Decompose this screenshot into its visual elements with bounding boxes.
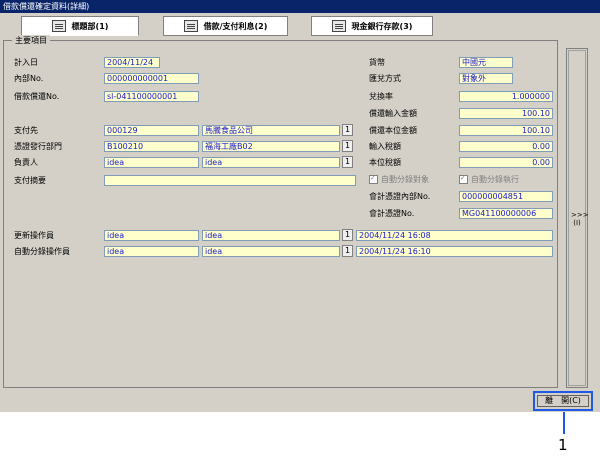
book-icon: [51, 20, 66, 32]
tab-loan-interest[interactable]: 借款/支付利息(2): [163, 16, 288, 36]
repay-input-amount-label: 償還輸入金額: [369, 109, 417, 118]
person-name-field[interactable]: idea: [202, 157, 340, 168]
checkbox-icon: [459, 173, 468, 184]
currency-label: 貨幣: [369, 58, 385, 67]
person-label: 負責人: [14, 158, 38, 167]
loan-repay-no-label: 借款償還No.: [14, 92, 60, 101]
application-window: 借款償還確定資料(詳細) 標題部(1) 借款/支付利息(2) 現金銀行存款(3)…: [0, 0, 600, 412]
exchange-rate-label: 兌換率: [369, 92, 393, 101]
acct-voucher-no-field[interactable]: MG041100000006: [459, 208, 553, 219]
payee-label: 支付先: [14, 126, 38, 135]
voucher-dept-label: 憑證發行部門: [14, 142, 62, 151]
internal-no-label: 內部No.: [14, 74, 44, 83]
repay-input-amount-field[interactable]: 100.10: [459, 108, 553, 119]
tab-cash-bank-label: 現金銀行存款(3): [351, 21, 413, 31]
auto-entry-exec-label: 自動分錄執行: [471, 175, 519, 184]
close-button-highlight: 離 開(C): [533, 391, 593, 411]
callout-number: 1: [558, 436, 568, 454]
person-select-button[interactable]: 1: [342, 156, 353, 168]
rate-method-field[interactable]: 對象外: [459, 73, 513, 84]
base-tax-field[interactable]: 0.00: [459, 157, 553, 168]
auto-entry-target-checkbox[interactable]: 自動分錄對象: [369, 173, 429, 185]
auto-entry-target-label: 自動分錄對象: [381, 175, 429, 184]
acct-voucher-no-label: 會計憑證No.: [369, 209, 415, 218]
summary-field[interactable]: [104, 175, 356, 186]
detail-expand-button[interactable]: >>> (I): [568, 50, 589, 386]
auto-entry-operator-label: 自動分錄操作員: [14, 247, 70, 256]
tab-header[interactable]: 標題部(1): [21, 16, 139, 36]
window-title: 借款償還確定資料(詳細): [0, 0, 600, 13]
updater-code-field[interactable]: idea: [104, 230, 199, 241]
tab-header-label: 標題部(1): [71, 21, 109, 31]
input-tax-field[interactable]: 0.00: [459, 141, 553, 152]
expand-arrows-icon: >>>: [571, 211, 589, 219]
detail-expand-label: >>> (I): [571, 211, 589, 227]
updater-label: 更新操作員: [14, 231, 54, 240]
entry-date-label: 計入日: [14, 58, 38, 67]
document-icon: [183, 20, 198, 32]
voucher-dept-name-field[interactable]: 福海工廠B02: [202, 141, 340, 152]
updater-name-field[interactable]: idea: [202, 230, 340, 241]
callout-line: [563, 412, 565, 434]
person-code-field[interactable]: idea: [104, 157, 199, 168]
exchange-rate-field[interactable]: 1.000000: [459, 91, 553, 102]
close-button[interactable]: 離 開(C): [537, 395, 589, 407]
repay-base-amount-label: 償還本位金額: [369, 126, 417, 135]
tab-cash-bank[interactable]: 現金銀行存款(3): [311, 16, 433, 36]
internal-no-field[interactable]: 000000000001: [104, 73, 199, 84]
auto-entry-operator-time-field[interactable]: 2004/11/24 16:10: [356, 246, 553, 257]
auto-entry-operator-code-field[interactable]: idea: [104, 246, 199, 257]
updater-time-field[interactable]: 2004/11/24 16:08: [356, 230, 553, 241]
entry-date-field[interactable]: 2004/11/24: [104, 57, 160, 68]
auto-entry-operator-name-field[interactable]: idea: [202, 246, 340, 257]
payee-code-field[interactable]: 000129: [104, 125, 199, 136]
tab-bar: 標題部(1) 借款/支付利息(2) 現金銀行存款(3): [0, 14, 600, 38]
payee-name-field[interactable]: 馬騰食品公司: [202, 125, 340, 136]
updater-select-button[interactable]: 1: [342, 229, 353, 241]
input-tax-label: 輸入稅額: [369, 142, 401, 151]
base-tax-label: 本位稅額: [369, 158, 401, 167]
bank-icon: [331, 20, 346, 32]
tab-loan-interest-label: 借款/支付利息(2): [203, 21, 268, 31]
auto-entry-operator-select-button[interactable]: 1: [342, 245, 353, 257]
summary-label: 支付摘要: [14, 176, 46, 185]
section-title: 主要項目: [12, 35, 50, 46]
acct-voucher-internal-no-label: 會計憑證內部No.: [369, 192, 431, 201]
repay-base-amount-field[interactable]: 100.10: [459, 125, 553, 136]
payee-select-button[interactable]: 1: [342, 124, 353, 136]
loan-repay-no-field[interactable]: sl-041100000001: [104, 91, 199, 102]
checkbox-icon: [369, 173, 378, 184]
rate-method-label: 匯兌方式: [369, 74, 401, 83]
auto-entry-exec-checkbox[interactable]: 自動分錄執行: [459, 173, 519, 185]
detail-expand-text: (I): [573, 219, 581, 227]
voucher-dept-code-field[interactable]: B100210: [104, 141, 199, 152]
acct-voucher-internal-no-field[interactable]: 000000004851: [459, 191, 553, 202]
currency-field[interactable]: 中國元: [459, 57, 513, 68]
voucher-dept-select-button[interactable]: 1: [342, 140, 353, 152]
